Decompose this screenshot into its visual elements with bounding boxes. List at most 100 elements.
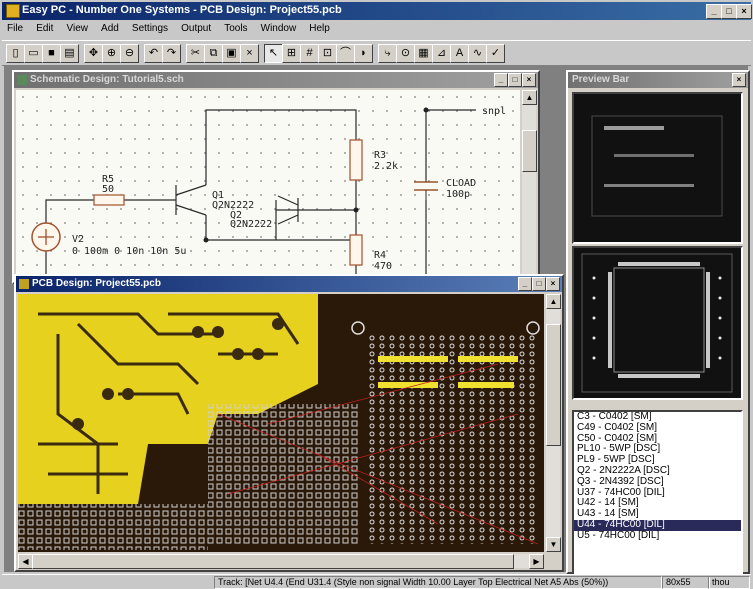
component-icon[interactable]: ⊞	[282, 44, 301, 63]
menu-file[interactable]: File	[2, 22, 28, 35]
resistor-r3	[349, 139, 363, 181]
text-icon[interactable]: A	[450, 44, 469, 63]
list-item[interactable]: U5 - 74HC00 [DIL]	[574, 530, 741, 542]
menu-output[interactable]: Output	[176, 22, 216, 35]
measure-icon[interactable]: ⊿	[432, 44, 451, 63]
app-title: Easy PC - Number One Systems - PCB Desig…	[22, 4, 342, 16]
menu-window[interactable]: Window	[256, 22, 302, 35]
check-icon[interactable]: ✓	[486, 44, 505, 63]
r4-name: R4	[374, 250, 386, 261]
scroll-up-icon[interactable]: ▲	[522, 90, 537, 105]
pcb-hscroll-thumb[interactable]	[32, 554, 514, 569]
pcb-scroll-up-icon[interactable]: ▲	[546, 294, 561, 309]
q2-part: Q2N2222	[230, 219, 272, 230]
print-icon[interactable]: ▤	[60, 44, 79, 63]
pcb-canvas[interactable]	[18, 294, 544, 552]
edge-label: snpl	[482, 106, 506, 117]
schematic-title: Schematic Design: Tutorial5.sch	[30, 74, 184, 85]
pcb-vscroll-thumb[interactable]	[546, 324, 561, 446]
menu-help[interactable]: Help	[304, 22, 335, 35]
minimize-button[interactable]: _	[706, 4, 722, 19]
zoom-in-icon[interactable]: ⊕	[102, 44, 121, 63]
menu-edit[interactable]: Edit	[31, 22, 58, 35]
schematic-window[interactable]: Schematic Design: Tutorial5.sch _ □ × R5…	[12, 70, 540, 284]
schematic-vscroll[interactable]: ▲	[522, 90, 537, 280]
mdi-workspace: Schematic Design: Tutorial5.sch _ □ × R5…	[4, 66, 750, 576]
pcb-window[interactable]: PCB Design: Project55.pcb _ □ × ▲ ▼ ◀ ▶	[14, 274, 564, 572]
pad-icon[interactable]: ⊡	[318, 44, 337, 63]
schematic-window-icon	[17, 75, 27, 85]
undo-icon[interactable]: ↶	[144, 44, 163, 63]
shape-icon[interactable]: ◗	[354, 44, 373, 63]
schematic-preview-drawing	[591, 115, 723, 217]
cut-icon[interactable]: ✂	[186, 44, 205, 63]
pcb-scroll-right-icon[interactable]: ▶	[529, 554, 544, 569]
pcb-vscroll[interactable]: ▲ ▼	[546, 294, 561, 552]
cload-value: 100p	[446, 189, 470, 200]
schematic-canvas[interactable]: R5 50 Q1 Q2N2222 Q2 Q2N2222 R3 2.2k CLOA…	[16, 90, 520, 280]
select-pointer-icon[interactable]: ↖	[264, 44, 283, 63]
new-file-icon[interactable]: ▯	[6, 44, 25, 63]
toolbar: ▯ ▭ ■ ▤ ✥ ⊕ ⊖ ↶ ↷ ✂ ⧉ ▣ × ↖ ⊞ # ⊡ ⌒ ◗ ⤷ …	[2, 40, 751, 66]
schematic-scroll-thumb[interactable]	[522, 130, 537, 172]
pcb-minimize-button[interactable]: _	[518, 277, 532, 291]
maximize-button[interactable]: □	[721, 4, 737, 19]
route-icon[interactable]: ⤷	[378, 44, 397, 63]
schematic-close-button[interactable]: ×	[522, 73, 536, 87]
transistor-q1	[175, 184, 207, 216]
status-units: thou	[708, 576, 750, 589]
menu-view[interactable]: View	[61, 22, 93, 35]
menu-tools[interactable]: Tools	[219, 22, 252, 35]
delete-icon[interactable]: ×	[240, 44, 259, 63]
resistor-r4	[349, 234, 363, 266]
copper-icon[interactable]: ▦	[414, 44, 433, 63]
preview-close-button[interactable]: ×	[732, 73, 746, 87]
status-track-info: Track: [Net U4.4 (End U31.4 (Style non s…	[214, 576, 662, 589]
list-item[interactable]: C49 - C0402 [SM]	[574, 422, 741, 434]
schematic-minimize-button[interactable]: _	[494, 73, 508, 87]
preview-title-bar[interactable]: Preview Bar ×	[568, 72, 748, 88]
pcb-maximize-button[interactable]: □	[532, 277, 546, 291]
pcb-close-button[interactable]: ×	[546, 277, 560, 291]
grid-icon[interactable]: #	[300, 44, 319, 63]
voltage-source-v2	[31, 222, 61, 252]
pcb-scroll-left-icon[interactable]: ◀	[18, 554, 33, 569]
app-icon	[6, 4, 20, 18]
pcb-hscroll[interactable]: ◀ ▶	[18, 554, 544, 569]
resistor-r5	[93, 194, 125, 206]
r3-value: 2.2k	[374, 161, 398, 172]
copy-icon[interactable]: ⧉	[204, 44, 223, 63]
v2-params: 0 100m 0 10n 10n 5u	[72, 246, 186, 257]
pcb-preview[interactable]	[572, 246, 743, 400]
menu-add[interactable]: Add	[96, 22, 124, 35]
schematic-preview[interactable]	[572, 92, 743, 244]
status-coords: 80x55	[662, 576, 710, 589]
zoom-out-icon[interactable]: ⊖	[120, 44, 139, 63]
cload-name: CLOAD	[446, 178, 476, 189]
net-icon[interactable]: ∿	[468, 44, 487, 63]
app-title-bar[interactable]: Easy PC - Number One Systems - PCB Desig…	[2, 2, 752, 20]
v2-name: V2	[72, 234, 84, 245]
list-item[interactable]: Q3 - 2N4392 [DSC]	[574, 476, 741, 488]
schematic-drawing: R5 50 Q1 Q2N2222 Q2 Q2N2222 R3 2.2k CLOA…	[31, 106, 506, 280]
pcb-window-icon	[19, 279, 29, 289]
paste-icon[interactable]: ▣	[222, 44, 241, 63]
pcb-drawing	[18, 294, 540, 550]
close-button[interactable]: ×	[736, 4, 752, 19]
r3-name: R3	[374, 150, 386, 161]
schematic-title-bar[interactable]: Schematic Design: Tutorial5.sch _ □ ×	[14, 72, 538, 88]
pan-icon[interactable]: ✥	[84, 44, 103, 63]
pcb-scroll-down-icon[interactable]: ▼	[546, 537, 561, 552]
menu-bar: File Edit View Add Settings Output Tools…	[2, 22, 751, 38]
open-file-icon[interactable]: ▭	[24, 44, 43, 63]
schematic-maximize-button[interactable]: □	[508, 73, 522, 87]
redo-icon[interactable]: ↷	[162, 44, 181, 63]
via-icon[interactable]: ⊙	[396, 44, 415, 63]
component-list[interactable]: C3 - C0402 [SM] C49 - C0402 [SM] C50 - C…	[572, 410, 743, 576]
track-icon[interactable]: ⌒	[336, 44, 355, 63]
save-icon[interactable]: ■	[42, 44, 61, 63]
preview-bar-window[interactable]: Preview Bar × C3 - C0402 [SM] C49 - C040…	[566, 70, 750, 576]
preview-title: Preview Bar	[572, 74, 630, 85]
pcb-title-bar[interactable]: PCB Design: Project55.pcb _ □ ×	[16, 276, 562, 292]
menu-settings[interactable]: Settings	[127, 22, 173, 35]
